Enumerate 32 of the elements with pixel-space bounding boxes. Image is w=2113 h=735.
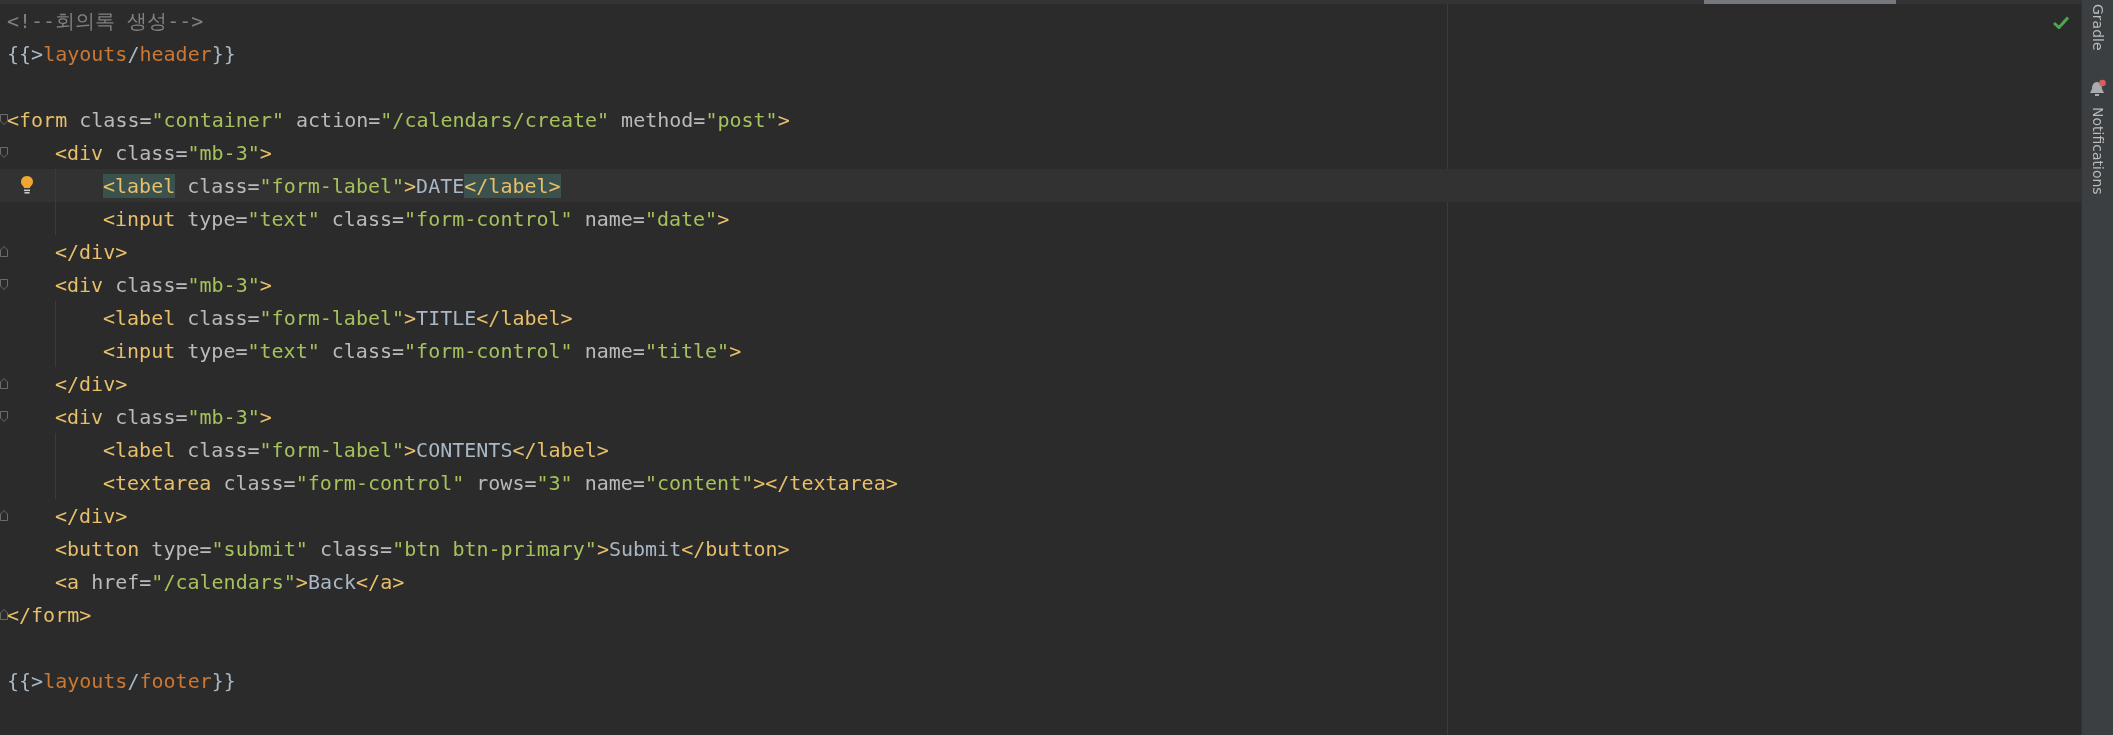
tool-window-tab[interactable]: Notifications <box>2089 106 2106 195</box>
code-line: <a href="/calendars">Back</a> <box>55 568 405 595</box>
code-line: <input type="text" class="form-control" name="date"> <box>103 205 730 232</box>
fold-end-icon[interactable] <box>0 510 8 521</box>
fold-end-icon[interactable] <box>0 378 8 389</box>
lightbulb-icon[interactable] <box>20 175 34 195</box>
fold-start-icon[interactable] <box>0 411 8 422</box>
code-line: {{>layouts/header}} <box>7 40 236 67</box>
code-line: </div> <box>55 370 128 397</box>
code-line: <button type="submit" class="btn btn-primary">Submit</button> <box>55 535 790 562</box>
code-line: <input type="text" class="form-control" name="title"> <box>103 337 742 364</box>
bell-icon[interactable] <box>2088 78 2107 99</box>
code-line: <div class="mb-3"> <box>55 271 272 298</box>
code-line: </form> <box>7 601 92 628</box>
fold-end-icon[interactable] <box>0 246 8 257</box>
code-line: {{>layouts/footer}} <box>7 667 236 694</box>
code-line: <label class="form-label">TITLE</label> <box>103 304 573 331</box>
fold-start-icon[interactable] <box>0 279 8 290</box>
code-line: <textarea class="form-control" rows="3" name="content"></textarea> <box>103 469 898 496</box>
code-line: </div> <box>55 238 128 265</box>
code-line: <div class="mb-3"> <box>55 403 272 430</box>
code-line: <!--회의록 생성--> <box>7 7 204 34</box>
fold-end-icon[interactable] <box>0 609 8 620</box>
code-line: </div> <box>55 502 128 529</box>
code-line: <label class="form-label">DATE</label> <box>103 172 561 199</box>
fold-start-icon[interactable] <box>0 114 8 125</box>
fold-start-icon[interactable] <box>0 147 8 158</box>
code-line: <form class="container" action="/calendars/create" method="post"> <box>7 106 790 133</box>
code-line: <label class="form-label">CONTENTS</label> <box>103 436 609 463</box>
tool-window-tab[interactable]: Gradle <box>2089 4 2106 51</box>
code-line: <div class="mb-3"> <box>55 139 272 166</box>
scrollbar-thumb[interactable] <box>1704 0 1896 4</box>
